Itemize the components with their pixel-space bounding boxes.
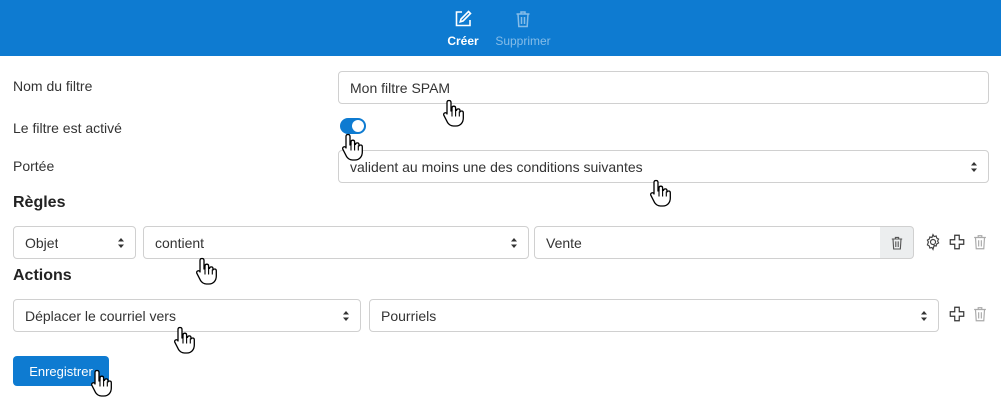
rule-settings-button[interactable] [922, 231, 944, 253]
action-target-select[interactable]: Pourriels [369, 299, 939, 332]
select-caret-icon [921, 311, 927, 321]
delete-button[interactable]: Supprimer [489, 0, 557, 56]
scope-label: Portée [13, 158, 55, 174]
select-caret-icon [343, 311, 349, 321]
select-caret-icon [971, 162, 977, 172]
rule-operator-select[interactable]: contient [143, 226, 529, 259]
toggle-knob [352, 120, 364, 132]
select-caret-icon [511, 238, 517, 248]
active-toggle[interactable] [340, 118, 366, 134]
rule-value-clear-button[interactable] [880, 226, 914, 259]
actions-heading: Actions [13, 267, 72, 284]
edit-icon [455, 9, 472, 26]
create-label: Créer [447, 33, 479, 48]
action-target-value: Pourriels [381, 307, 437, 324]
rule-field-select[interactable]: Objet [13, 226, 136, 259]
rule-value-input[interactable]: Vente [534, 226, 881, 259]
rule-field-value: Objet [25, 234, 59, 251]
delete-label: Supprimer [495, 33, 551, 48]
trash-icon [516, 10, 530, 27]
filter-name-input[interactable]: Mon filtre SPAM [338, 71, 989, 104]
trash-icon [891, 236, 902, 250]
action-type-select[interactable]: Déplacer le courriel vers [13, 299, 361, 332]
save-button[interactable]: Enregistrer [13, 356, 109, 386]
add-action-button[interactable] [946, 303, 968, 325]
filter-name-label: Nom du filtre [13, 78, 93, 94]
rules-heading: Règles [13, 194, 66, 211]
hand-cursor-icon [196, 257, 217, 285]
plus-icon [949, 306, 965, 322]
trash-icon [974, 235, 986, 250]
select-caret-icon [118, 238, 124, 248]
plus-icon [949, 234, 965, 250]
rule-operator-value: contient [155, 234, 205, 251]
delete-rule-button[interactable] [969, 231, 991, 253]
create-button[interactable]: Créer [441, 0, 485, 56]
toolbar: Créer Supprimer [0, 0, 1001, 56]
action-type-value: Déplacer le courriel vers [25, 307, 176, 324]
scope-value: valident au moins une des conditions sui… [350, 158, 643, 175]
trash-icon [974, 307, 986, 322]
gear-icon [926, 233, 940, 251]
add-rule-button[interactable] [946, 231, 968, 253]
rule-value-text: Vente [546, 234, 582, 251]
scope-select[interactable]: valident au moins une des conditions sui… [338, 150, 989, 183]
active-label: Le filtre est activé [13, 120, 122, 136]
filter-name-value: Mon filtre SPAM [350, 79, 451, 96]
delete-action-button[interactable] [969, 303, 991, 325]
